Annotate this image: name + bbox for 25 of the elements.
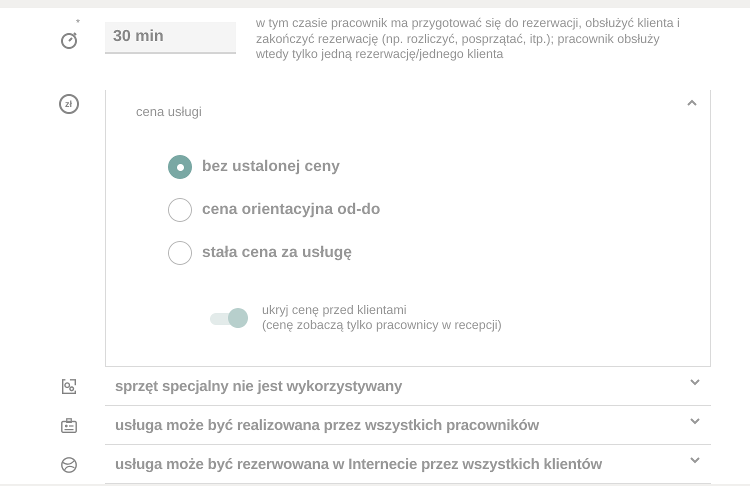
toggle-switch[interactable] [208, 308, 248, 328]
radio-button[interactable] [168, 241, 192, 265]
option-label: bez ustalonej ceny [202, 158, 340, 176]
stopwatch-icon [58, 30, 78, 50]
radio-button[interactable] [168, 198, 192, 222]
caret-icon[interactable] [689, 456, 701, 464]
caret-icon[interactable] [689, 378, 701, 386]
duration-field[interactable]: 30 min [105, 22, 236, 54]
toggle-note: (cenę zobaczą tylko pracownicy w recepcji) [262, 318, 502, 333]
section-title[interactable]: usługa może być rezerwowana w Internecie przez wszystkich klientów [115, 456, 602, 472]
section-title[interactable]: sprzęt specjalny nie jest wykorzystywany [115, 378, 402, 394]
panel-title: cena usługi [136, 104, 203, 119]
caret-icon[interactable] [686, 98, 698, 106]
id-card-icon [60, 416, 78, 434]
duration-description: w tym czasie pracownik ma przygotować się do rezerwacji, obsłużyć klienta i zakończyć rezerwację (np. rozliczyć, posprzątać, itp.); pracownik obsłuży wtedy tylko jedną rezerwację/jednego klienta [256, 16, 681, 63]
toggle-label: ukryj cenę przed klientami [262, 303, 408, 318]
section-title[interactable]: usługa może być realizowana przez wszystkich pracowników [115, 416, 539, 434]
caret-icon[interactable] [689, 417, 701, 425]
option-label: cena orientacyjna od-do [202, 201, 380, 219]
option-label: stała cena za usługę [202, 244, 352, 262]
globe-icon [60, 456, 78, 474]
equipment-icon [60, 378, 78, 396]
radio-button[interactable] [168, 155, 192, 179]
currency-icon: zł [58, 94, 78, 114]
required-mark: * [76, 18, 80, 29]
